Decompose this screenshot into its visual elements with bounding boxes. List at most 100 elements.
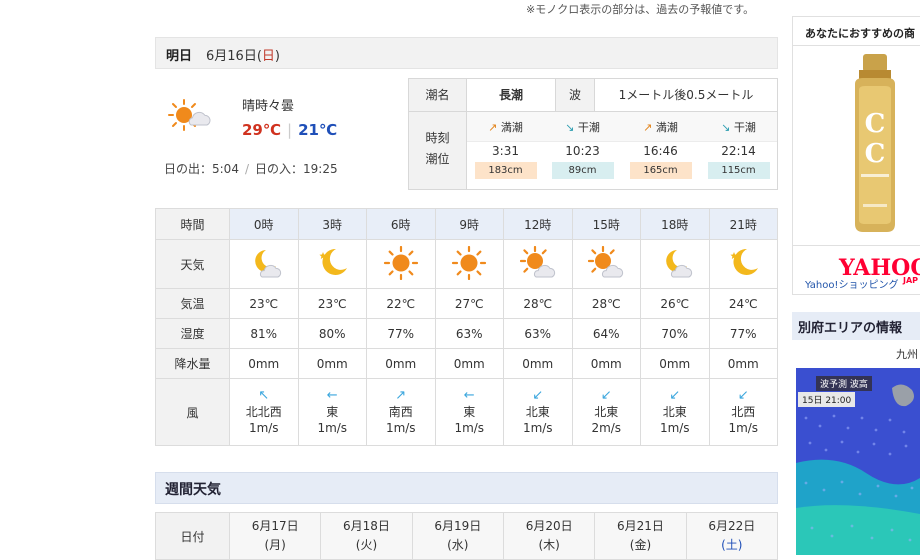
tide-up-icon: ↗: [643, 121, 653, 134]
weather-cell: [571, 239, 641, 289]
wind-direction: 北東: [525, 405, 550, 419]
temperature-summary: 29℃ | 21℃: [242, 121, 337, 139]
ad-divider: [793, 45, 920, 46]
precip-cell: 0mm: [229, 348, 299, 379]
wind-cell: ↙ 北東 1m/s: [503, 378, 573, 446]
weekly-date: 6月20日: [525, 519, 573, 533]
precip-cell: 0mm: [297, 348, 367, 379]
tide-down-icon: ↘: [565, 121, 575, 134]
humidity-cell: 64%: [571, 318, 641, 349]
day-date: 6月16日(日): [206, 45, 280, 64]
day-dow: 日: [261, 49, 275, 64]
hour-cell: 9時: [434, 208, 504, 240]
weekly-dow: (水): [447, 538, 469, 552]
wind-arrow-icon: ↖: [258, 388, 270, 403]
precip-cell: 0mm: [503, 348, 573, 379]
temp-cell: 26℃: [640, 288, 710, 319]
weekly-table: 日付 6月17日 (月) 6月18日 (火) 6月19日 (水) 6月20日 (木) 6…: [155, 512, 779, 560]
weekly-title: 週間天気: [165, 482, 221, 498]
tide-event-time: 10:23: [565, 144, 600, 158]
wind-direction: 北西: [731, 405, 756, 419]
day-label: 明日: [166, 49, 193, 64]
tide-event-time: 16:46: [643, 144, 678, 158]
humidity-cell: 63%: [434, 318, 504, 349]
temp-cell: 27℃: [434, 288, 504, 319]
tide-event: ↘ 干潮 22:14 115cm: [700, 112, 777, 189]
wind-cell: ↙ 北東 1m/s: [640, 378, 710, 446]
temp-cell: 28℃: [503, 288, 573, 319]
wind-arrow-icon: ↙: [669, 388, 681, 403]
tide-event-time: 22:14: [721, 144, 756, 158]
hourly-forecast-table: 時間 0時 3時 6時 9時 12時 15時 18時 21時 天気 気温 23℃…: [155, 208, 778, 446]
precipitation-row: 降水量 0mm 0mm 0mm 0mm 0mm 0mm 0mm 0mm: [155, 348, 778, 379]
tide-row-label: 時刻 潮位: [409, 112, 467, 189]
wind-arrow-icon: ←: [463, 388, 475, 403]
weekly-dow: (月): [264, 538, 286, 552]
temp-cell: 23℃: [229, 288, 299, 319]
tide-event-time: 3:31: [492, 144, 519, 158]
dow-close: ): [274, 49, 280, 64]
tide-event-level: 89cm: [551, 162, 614, 179]
wind-speed: 1m/s: [248, 421, 279, 435]
sunset-time: 日の入：19:25: [255, 162, 338, 176]
weather-cell: [297, 239, 367, 289]
humidity-cell: 70%: [640, 318, 710, 349]
precip-cell: 0mm: [708, 348, 778, 379]
precip-label: 降水量: [155, 348, 230, 379]
humidity-cell: 77%: [708, 318, 778, 349]
time-label: 時間: [155, 208, 230, 240]
weather-telop: 晴時々曇: [242, 99, 295, 114]
hour-cell: 12時: [503, 208, 573, 240]
sun-divider: /: [244, 162, 249, 176]
wind-row: 風 ↖ 北北西 1m/s ← 東 1m/s ↗ 南西 1m/s ← 東 1m/s ↙ 北東 1m/s…: [155, 378, 778, 446]
weather-cell: [640, 239, 710, 289]
wind-cell: ↙ 北西 1m/s: [708, 378, 778, 446]
sunrise-time: 日の出：5:04: [164, 162, 239, 176]
wind-cell: ← 東 1m/s: [434, 378, 504, 446]
tide-event-type: ↘ 干潮: [700, 119, 777, 135]
temp-cell: 23℃: [297, 288, 367, 319]
ad-title: あなたにおすすめの商: [805, 27, 915, 40]
temp-label: 気温: [155, 288, 230, 319]
weekly-date-label: 日付: [155, 512, 230, 560]
tide-time-label: 時刻: [425, 131, 450, 145]
precip-cell: 0mm: [640, 348, 710, 379]
weekly-dow: (木): [538, 538, 560, 552]
wind-direction: 北東: [662, 405, 687, 419]
humidity-label: 湿度: [155, 318, 230, 349]
max-temp: 29℃: [242, 121, 282, 139]
weekly-day: 6月21日 (金): [594, 512, 687, 560]
weekly-day: 6月22日 (土): [685, 512, 779, 560]
tide-up-icon: ↗: [488, 121, 498, 134]
wind-arrow-icon: ↗: [395, 388, 407, 403]
hour-cell: 18時: [640, 208, 710, 240]
weekly-date: 6月18日: [343, 519, 390, 533]
tide-type-text: 満潮: [500, 121, 523, 134]
area-region[interactable]: 九州: [896, 346, 918, 362]
sun-cloud-icon: [519, 245, 555, 277]
wind-direction: 東: [326, 405, 339, 419]
tide-event: ↗ 満潮 16:46 165cm: [622, 112, 699, 189]
sun-times: 日の出：5:04 / 日の入：19:25: [164, 160, 338, 177]
wind-direction: 南西: [388, 405, 413, 419]
wind-speed: 1m/s: [728, 421, 759, 435]
ad-banner[interactable]: あなたにおすすめの商 C C YAHOO JAP Yahoo!ショッピング: [792, 16, 920, 295]
wind-arrow-icon: ↙: [737, 388, 749, 403]
sun-cloud-icon: [588, 245, 624, 277]
yahoo-shopping-link[interactable]: Yahoo!ショッピング: [805, 276, 898, 291]
tide-event: ↘ 干潮 10:23 89cm: [544, 112, 621, 189]
wind-label: 風: [155, 378, 230, 446]
wind-direction: 東: [463, 405, 476, 419]
weekly-date-row: 日付 6月17日 (月) 6月18日 (火) 6月19日 (水) 6月20日 (木) 6…: [155, 512, 779, 560]
wind-speed: 1m/s: [522, 421, 553, 435]
weather-cell: [708, 239, 778, 289]
moon-cloud-icon: [254, 249, 281, 277]
product-bottle-image[interactable]: C C: [845, 54, 905, 234]
humidity-cell: 81%: [229, 318, 299, 349]
area-info-title: 別府エリアの情報: [798, 321, 903, 336]
min-temp: 21℃: [298, 121, 338, 139]
svg-text:C: C: [865, 139, 886, 169]
sun-icon: [383, 245, 418, 280]
weather-label: 天気: [155, 239, 230, 289]
weekly-day: 6月20日 (木): [502, 512, 596, 560]
